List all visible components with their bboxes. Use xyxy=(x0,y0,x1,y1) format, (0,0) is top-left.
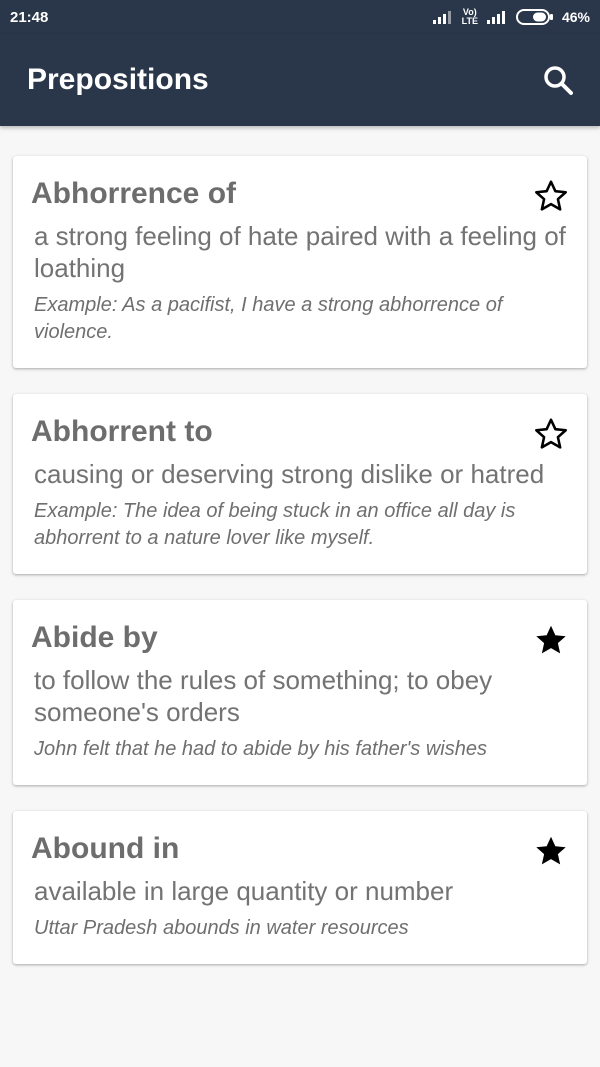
item-term: Abhorrence of xyxy=(31,177,237,210)
favorite-button[interactable] xyxy=(533,622,569,658)
favorite-button[interactable] xyxy=(533,178,569,214)
item-example: Uttar Pradesh abounds in water resources xyxy=(34,917,409,939)
search-button[interactable] xyxy=(540,62,576,98)
status-icons: Vo) LTE 46% xyxy=(432,8,590,26)
star-filled-icon xyxy=(536,836,566,865)
preposition-list: Abhorrence of a strong feeling of hate p… xyxy=(0,126,600,964)
status-time: 21:48 xyxy=(10,8,49,26)
battery-icon xyxy=(515,9,553,25)
star-outline-icon xyxy=(535,418,567,449)
item-example: Example: As a pacifist, I have a strong … xyxy=(34,294,503,343)
list-item[interactable]: Abide by to follow the rules of somethin… xyxy=(13,600,587,785)
favorite-button[interactable] xyxy=(533,416,569,452)
item-meaning: available in large quantity or number xyxy=(34,876,454,906)
star-filled-icon xyxy=(536,625,566,654)
item-example: Example: The idea of being stuck in an o… xyxy=(34,500,516,549)
item-term: Abide by xyxy=(31,621,158,654)
search-icon xyxy=(544,66,573,95)
item-meaning: to follow the rules of something; to obe… xyxy=(34,665,493,727)
signal-icon xyxy=(432,11,451,24)
item-meaning: a strong feeling of hate paired with a f… xyxy=(34,221,566,283)
battery-percent: 46% xyxy=(561,9,590,25)
volte-icon: Vo) LTE xyxy=(461,7,478,26)
item-example: John felt that he had to abide by his fa… xyxy=(34,738,487,760)
star-outline-icon xyxy=(535,180,567,211)
signal-icon-2 xyxy=(486,11,505,24)
item-term: Abound in xyxy=(31,832,180,865)
app-toolbar: Prepositions xyxy=(0,34,600,126)
list-item[interactable]: Abhorrence of a strong feeling of hate p… xyxy=(13,156,587,368)
list-item[interactable]: Abound in available in large quantity or… xyxy=(13,811,587,964)
item-meaning: causing or deserving strong dislike or h… xyxy=(34,459,545,489)
status-bar: 21:48 Vo) LTE 46% xyxy=(0,0,600,34)
favorite-button[interactable] xyxy=(533,833,569,869)
list-item[interactable]: Abhorrent to causing or deserving strong… xyxy=(13,394,587,574)
page-title: Prepositions xyxy=(27,63,209,96)
item-term: Abhorrent to xyxy=(31,415,213,448)
